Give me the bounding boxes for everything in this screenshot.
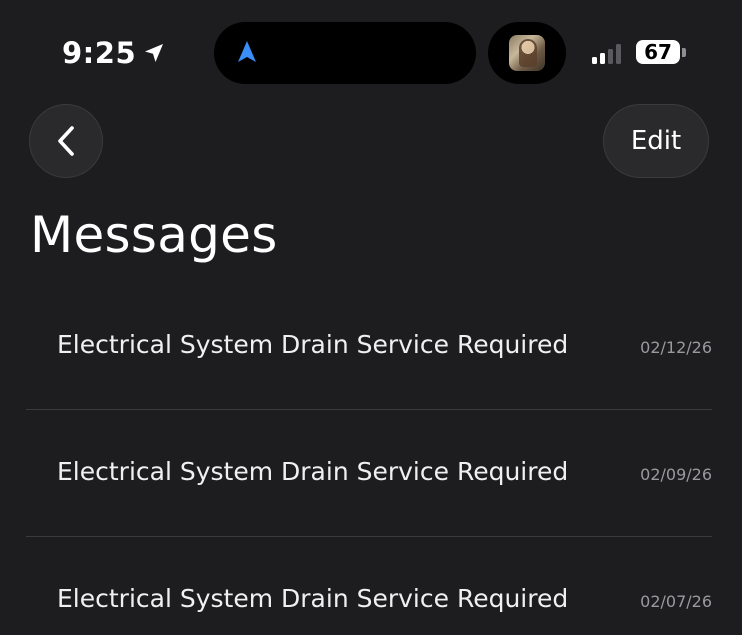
status-time: 9:25: [62, 36, 137, 70]
message-date: 02/07/26: [640, 592, 712, 611]
chevron-left-icon: [58, 126, 74, 156]
edit-button[interactable]: Edit: [603, 104, 709, 178]
back-button[interactable]: [29, 104, 103, 178]
page-title: Messages: [30, 206, 278, 264]
now-playing-island[interactable]: [488, 22, 566, 84]
album-art-thumbnail: [509, 35, 545, 71]
dynamic-island[interactable]: [214, 22, 476, 84]
battery-cap: [682, 48, 686, 57]
edit-button-label: Edit: [630, 126, 682, 156]
message-title: Electrical System Drain Service Required: [57, 584, 569, 613]
navigation-arrow-icon: [238, 41, 256, 62]
message-title: Electrical System Drain Service Required: [57, 457, 569, 486]
battery-icon: 67: [636, 40, 680, 64]
message-title: Electrical System Drain Service Required: [57, 330, 569, 359]
location-arrow-icon: [145, 44, 164, 62]
message-row[interactable]: Electrical System Drain Service Required…: [0, 537, 742, 635]
messages-list: Electrical System Drain Service Required…: [0, 283, 742, 635]
message-date: 02/09/26: [640, 465, 712, 484]
cellular-signal-icon: [592, 42, 621, 64]
message-date: 02/12/26: [640, 338, 712, 357]
status-time-group: 9:25: [62, 36, 166, 70]
battery-level: 67: [644, 40, 672, 64]
message-row[interactable]: Electrical System Drain Service Required…: [0, 283, 742, 410]
message-row[interactable]: Electrical System Drain Service Required…: [0, 410, 742, 537]
messages-screen: 9:25 67 Edit Messages Electrical System …: [0, 0, 742, 635]
